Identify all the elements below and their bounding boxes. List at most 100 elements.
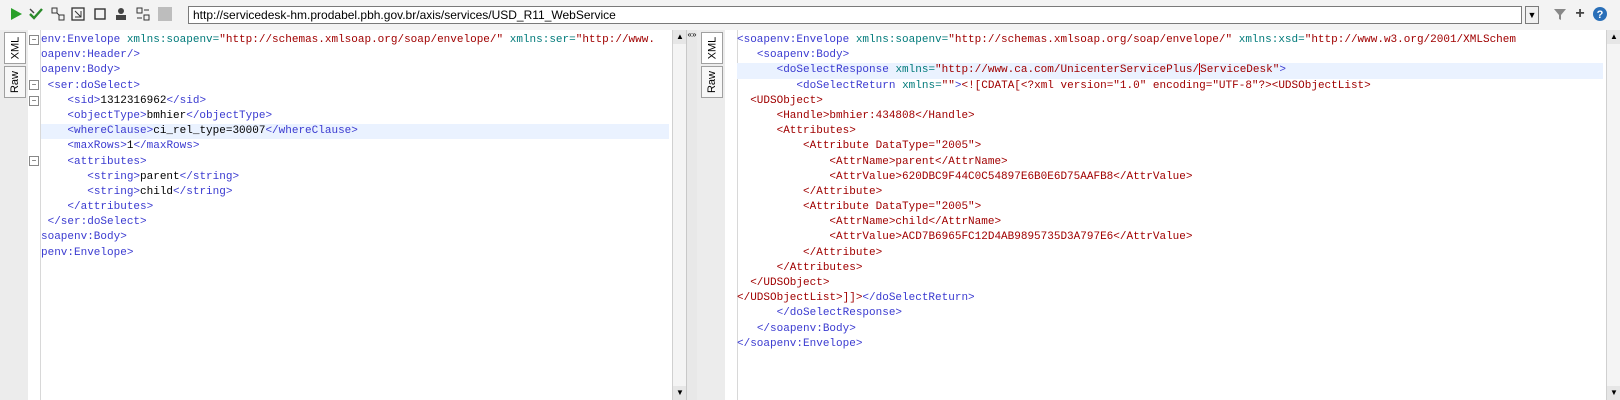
request-editor-pane: XML Raw − − − − env:Envelope xmlns:soape… [0, 30, 687, 400]
code-token: env:Envelope [41, 34, 121, 46]
code-token: <string> [87, 185, 141, 198]
help-icon[interactable]: ? [1592, 6, 1608, 22]
add-icon[interactable]: + [1572, 6, 1588, 22]
scroll-down-icon[interactable]: ▼ [673, 386, 687, 400]
code-token: <![CDATA[<?xml version="1.0" encoding="U… [961, 79, 1371, 92]
tab-raw-label: Raw [706, 70, 719, 94]
request-toolbar: http://servicedesk-hm.prodabel.pbh.gov.b… [0, 0, 1620, 31]
code-line: </Attribute> [737, 246, 1603, 261]
tab-xml[interactable]: XML [4, 32, 26, 64]
request-scrollbar[interactable]: ▲ ▼ [672, 30, 687, 400]
code-line: <AttrValue>ACD7B6965FC12D4AB9895735D3A79… [737, 230, 1603, 245]
code-line: </Attribute> [737, 185, 1603, 200]
code-token: <AttrValue>ACD7B6965FC12D4AB9895735D3A79… [829, 231, 1193, 244]
fold-toggle-icon[interactable]: − [29, 96, 39, 106]
scroll-up-icon[interactable]: ▲ [1607, 30, 1620, 44]
code-line: <AttrValue>620DBC9F44C0C54897E6B0E6D75AA… [737, 170, 1603, 185]
code-token: xmlns:xsd= [1238, 34, 1305, 46]
code-token: <whereClause> [67, 125, 154, 138]
filter-icon[interactable] [1552, 6, 1568, 22]
code-token: xmlns= [895, 64, 936, 77]
code-line: <string>child</string> [41, 185, 669, 200]
code-token: <doSelectResponse [776, 64, 889, 77]
code-token: soapenv:Body> [41, 231, 127, 244]
code-line: </attributes> [41, 200, 669, 215]
code-line: </Attributes> [737, 261, 1603, 276]
code-token: <maxRows> [67, 140, 127, 153]
tab-raw[interactable]: Raw [4, 66, 26, 98]
code-line: <sid>1312316962</sid> [41, 94, 669, 109]
request-xml-editor[interactable]: env:Envelope xmlns:soapenv="http://schem… [41, 33, 669, 261]
code-line: </ser:doSelect> [41, 215, 669, 230]
code-line: <soapenv:Envelope xmlns:soapenv="http://… [737, 33, 1603, 48]
code-token: </UDSObject> [750, 277, 830, 289]
code-line: <objectType>bmhier</objectType> [41, 109, 669, 124]
response-scrollbar[interactable]: ▲ ▼ [1606, 30, 1620, 400]
code-line: <ser:doSelect> [41, 79, 669, 94]
stop-icon[interactable] [92, 6, 108, 22]
code-token: <AttrName>child</AttrName> [829, 216, 1002, 229]
user-icon[interactable] [113, 6, 129, 22]
code-token: </Attributes> [776, 261, 863, 274]
validate-icon[interactable] [28, 6, 44, 22]
code-token: <UDSObject> [750, 94, 823, 107]
tab-raw[interactable]: Raw [701, 66, 723, 98]
fold-toggle-icon[interactable]: − [29, 80, 39, 90]
code-token: penv:Envelope> [41, 246, 134, 259]
code-line: <string>parent</string> [41, 170, 669, 185]
code-line: <doSelectReturn xmlns=""><![CDATA[<?xml … [737, 79, 1603, 94]
run-icon[interactable] [8, 6, 24, 22]
code-token: </sid> [166, 94, 207, 107]
code-token: </doSelectReturn> [862, 292, 975, 305]
code-token: </ser:doSelect> [47, 216, 147, 229]
code-token: xmlns:soapenv= [126, 34, 220, 46]
code-line: </soapenv:Envelope> [737, 337, 1603, 352]
expand-icon[interactable] [70, 6, 86, 22]
request-fold-gutter: − − − − [28, 30, 41, 400]
collapse-arrows-icon[interactable]: «» [687, 30, 697, 39]
wsa-icon[interactable] [50, 6, 66, 22]
code-token: <doSelectReturn [796, 79, 896, 92]
code-token: <objectType> [67, 109, 147, 122]
code-token: </Attribute> [803, 185, 883, 198]
scroll-down-icon[interactable]: ▼ [1607, 386, 1620, 400]
endpoint-url-input[interactable]: http://servicedesk-hm.prodabel.pbh.gov.b… [188, 6, 1522, 24]
code-token: "http://schemas.xmlsoap.org/soap/envelop… [948, 34, 1233, 46]
code-line: <AttrName>child</AttrName> [737, 215, 1603, 230]
endpoint-dropdown-button[interactable]: ▼ [1525, 6, 1539, 24]
code-token: <soapenv:Body> [756, 49, 850, 62]
code-token: <AttrValue>620DBC9F44C0C54897E6B0E6D75AA… [829, 170, 1193, 183]
disabled-icon[interactable] [157, 6, 173, 22]
tab-xml-label: XML [9, 36, 21, 60]
code-token: > [1279, 64, 1286, 77]
code-line: <maxRows>1</maxRows> [41, 139, 669, 154]
scroll-up-icon[interactable]: ▲ [673, 30, 687, 44]
code-line: <attributes> [41, 155, 669, 170]
code-line: </UDSObject> [737, 276, 1603, 291]
settings-icon[interactable] [135, 6, 151, 22]
fold-toggle-icon[interactable]: − [29, 156, 39, 166]
tab-xml[interactable]: XML [701, 32, 723, 64]
fold-toggle-icon[interactable]: − [29, 35, 39, 45]
code-line: <soapenv:Body> [737, 48, 1603, 63]
code-token: </objectType> [186, 109, 273, 122]
code-token: oapenv:Header/> [41, 49, 141, 62]
code-token: <soapenv:Envelope [737, 34, 850, 46]
code-token: <Handle>bmhier:434808</Handle> [776, 109, 975, 122]
response-xml-editor[interactable]: <soapenv:Envelope xmlns:soapenv="http://… [737, 33, 1603, 352]
